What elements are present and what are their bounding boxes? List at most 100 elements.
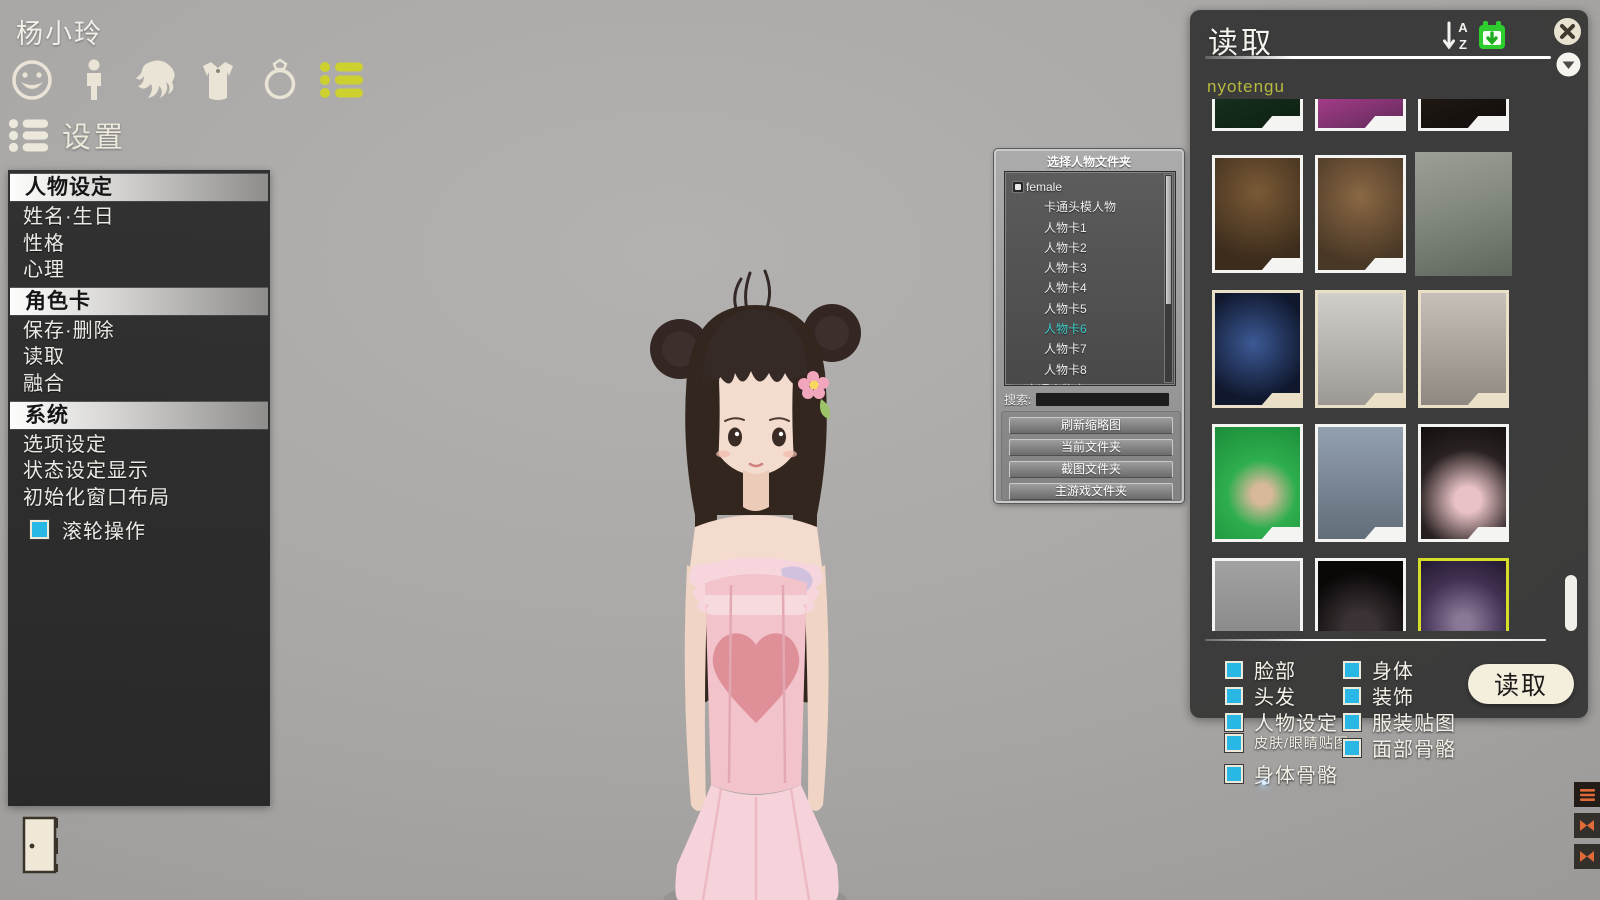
screenshot-folder-button[interactable]: 截图文件夹 [1009,461,1173,478]
hair-tab-button[interactable] [132,56,180,104]
face-tab-button[interactable] [8,56,56,104]
svg-text:A: A [1458,20,1468,35]
sort-date-button[interactable] [1477,21,1507,51]
face-checkbox[interactable] [1225,661,1243,679]
swap-icon [1579,819,1595,832]
menu-item-name-birthday[interactable]: 姓名·生日 [8,204,270,231]
folder-item[interactable]: 卡通头模人物 [1005,197,1175,217]
character-card-thumbnail[interactable] [1418,424,1509,542]
character-card-thumbnail[interactable] [1212,558,1303,631]
menu-item-status-display[interactable]: 状态设定显示 [8,458,270,485]
accessory-icon [259,58,301,102]
grid-scrollbar-thumb[interactable] [1565,575,1577,631]
sort-alphabetical-button[interactable]: AZ [1441,19,1475,53]
section-header-card: 角色卡 [10,287,268,316]
folder-item-clipped[interactable]: 卡通人物卡 [1005,380,1175,386]
character-card-thumbnail[interactable] [1418,99,1509,131]
folder-item[interactable]: 人物卡7 [1005,339,1175,359]
option-face-bones: 面部骨骼 [1343,733,1456,762]
folder-item-selected[interactable]: 人物卡6 [1005,319,1175,339]
corner-menu-button[interactable] [1574,782,1600,807]
character-card-thumbnail-selected[interactable] [1418,558,1509,631]
folder-item[interactable]: 人物卡5 [1005,299,1175,319]
exit-button[interactable] [22,816,60,874]
menu-item-reset-window-layout[interactable]: 初始化窗口布局 [8,485,270,512]
settings-list-icon-white [8,117,50,154]
character-render-viewport[interactable] [545,265,965,900]
folder-item[interactable]: 人物卡3 [1005,258,1175,278]
character-card-thumbnail[interactable] [1315,155,1406,273]
folder-item-female[interactable]: female [1005,177,1175,197]
option-label: 服装贴图 [1372,707,1456,736]
collapse-chevron-icon [1556,52,1581,77]
character-card-thumbnail[interactable] [1315,424,1406,542]
close-panel-button[interactable] [1553,17,1582,46]
menu-item-save-delete[interactable]: 保存·删除 [8,318,270,345]
wheel-operation-checkbox[interactable] [30,520,49,539]
load-button[interactable]: 读取 [1468,664,1574,704]
menu-item-personality[interactable]: 性格 [8,231,270,258]
folder-list-scrollbar[interactable] [1164,174,1173,383]
option-label: 脸部 [1254,655,1296,684]
collapse-panel-button[interactable] [1556,52,1581,77]
option-face: 脸部 [1225,655,1296,684]
body-checkbox[interactable] [1343,661,1361,679]
section-header-character: 人物设定 [10,173,268,202]
character-card-thumbnail[interactable] [1212,290,1303,408]
menu-item-mind[interactable]: 心理 [8,257,270,284]
character-card-thumbnail[interactable] [1415,152,1512,276]
current-folder-button[interactable]: 当前文件夹 [1009,439,1173,456]
settings-list-icon [319,60,365,100]
card-notch [1364,527,1404,540]
clothes-texture-checkbox[interactable] [1343,713,1361,731]
folder-item[interactable]: 人物卡4 [1005,278,1175,298]
settings-sidebar: 人物设定 姓名·生日 性格 心理 角色卡 保存·删除 读取 融合 系统 选项设定… [8,170,270,806]
character-card-thumbnail[interactable] [1315,290,1406,408]
menu-icon [1580,789,1595,801]
card-notch [1261,393,1301,406]
card-thumbnail-grid [1202,99,1518,631]
accessories-checkbox[interactable] [1343,687,1361,705]
search-row: 搜索: [1004,391,1170,408]
current-folder-label: nyotengu [1207,77,1285,97]
svg-text:Z: Z [1459,37,1467,52]
door-exit-icon [22,816,60,874]
refresh-thumbnails-button[interactable]: 刷新缩略图 [1009,417,1173,434]
face-bones-checkbox[interactable] [1343,739,1361,757]
folder-item[interactable]: 人物卡1 [1005,218,1175,238]
menu-item-merge[interactable]: 融合 [8,371,270,398]
clothes-tab-button[interactable] [194,56,242,104]
card-notch [1261,116,1301,129]
card-notch [1364,116,1404,129]
accessory-tab-button[interactable] [256,56,304,104]
scrollbar-thumb[interactable] [1166,176,1171,304]
folder-item[interactable]: 人物卡8 [1005,360,1175,380]
corner-swap-button[interactable] [1574,813,1600,838]
option-hair: 头发 [1225,681,1296,710]
hair-checkbox[interactable] [1225,687,1243,705]
settings-tab-button-active[interactable] [318,56,366,104]
swap-icon [1579,850,1595,863]
menu-item-option-settings[interactable]: 选项设定 [8,432,270,459]
corner-swap-button[interactable] [1574,844,1600,869]
character-card-thumbnail[interactable] [1212,424,1303,542]
character-card-thumbnail[interactable] [1212,99,1303,131]
folder-item[interactable]: 人物卡2 [1005,238,1175,258]
character-settings-checkbox[interactable] [1225,713,1243,731]
body-tab-button[interactable] [70,56,118,104]
folder-dialog-title: 选择人物文件夹 [996,153,1182,170]
character-card-thumbnail[interactable] [1418,290,1509,408]
body-bones-checkbox[interactable] [1225,765,1243,783]
menu-item-load[interactable]: 读取 [8,344,270,371]
character-card-thumbnail[interactable] [1315,558,1406,631]
character-card-thumbnail[interactable] [1212,155,1303,273]
skin-eye-texture-checkbox[interactable] [1225,734,1243,752]
folder-checkbox[interactable] [1012,181,1024,193]
folder-checkbox[interactable] [1012,384,1024,386]
panel-divider [1205,56,1551,59]
option-label: 皮肤/眼睛贴图 [1254,733,1349,753]
main-game-folder-button[interactable]: 主游戏文件夹 [1009,483,1173,500]
option-accessories: 装饰 [1343,681,1414,710]
character-card-thumbnail[interactable] [1315,99,1406,131]
search-input[interactable] [1035,392,1170,407]
